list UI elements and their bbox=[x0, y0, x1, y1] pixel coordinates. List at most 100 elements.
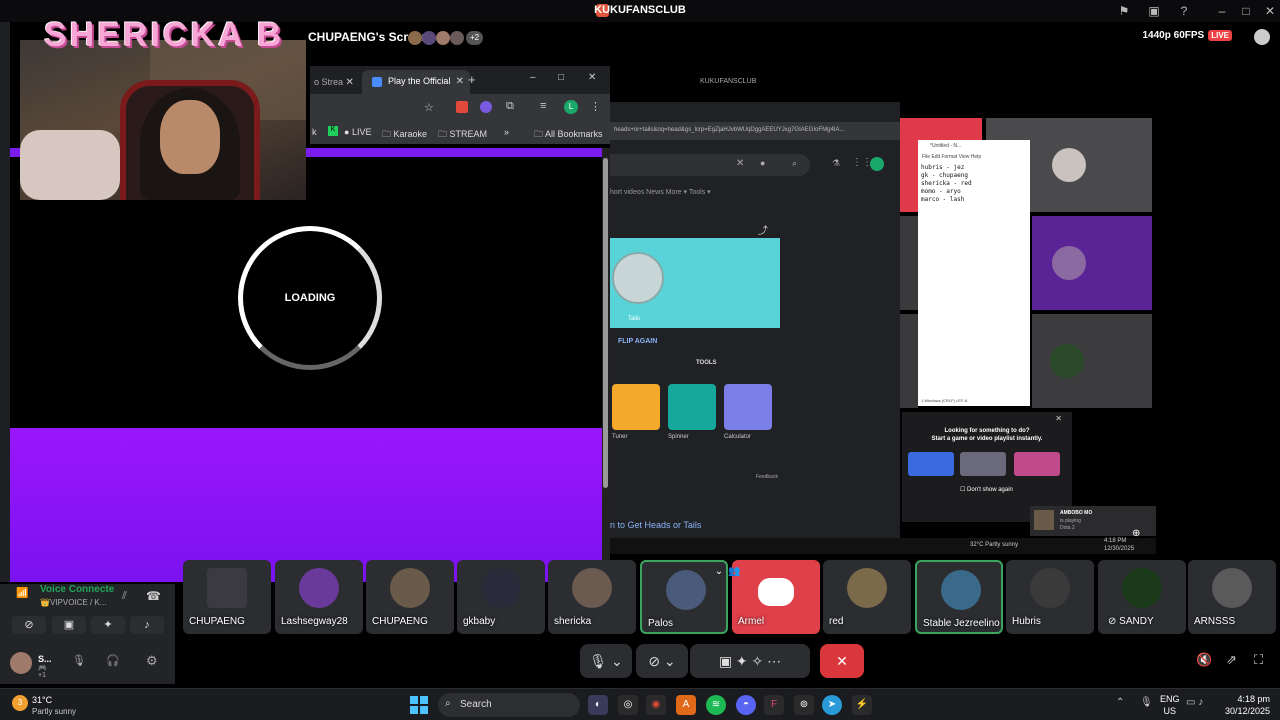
dont-show-checkbox[interactable]: ☐ Don't show again bbox=[960, 486, 1013, 493]
screen-share-icon[interactable]: ▣ bbox=[1146, 3, 1162, 19]
activity-thumb[interactable] bbox=[960, 452, 1006, 476]
tab-previous[interactable]: o Strea ✕ bbox=[310, 72, 362, 94]
mic-button[interactable]: 🎙 ⌄ bbox=[580, 644, 632, 678]
extension-icon[interactable] bbox=[456, 101, 468, 113]
participant-tile[interactable]: shericka bbox=[548, 560, 636, 634]
activity-card[interactable]: AMBOBO MO is playing Dota 2 ⊕ bbox=[1030, 506, 1156, 539]
share-screen-button[interactable]: ▣ bbox=[52, 616, 86, 634]
popout-icon[interactable]: ⇗ bbox=[1226, 652, 1237, 668]
minimize-button[interactable]: – bbox=[530, 72, 536, 83]
search-icon[interactable]: ⌕ bbox=[792, 158, 797, 169]
leave-call-button[interactable]: ✕ bbox=[820, 644, 864, 678]
new-tab-button[interactable]: + bbox=[468, 72, 476, 87]
add-user-icon[interactable]: 👥 bbox=[728, 566, 744, 580]
spinner-tool[interactable] bbox=[668, 384, 716, 430]
viewer-avatar[interactable] bbox=[450, 31, 464, 45]
search-filters[interactable]: hort videos News More ▾ Tools ▾ bbox=[610, 188, 711, 196]
app-icon[interactable]: A bbox=[676, 695, 696, 715]
telegram-icon[interactable]: ➤ bbox=[822, 695, 842, 715]
help-icon[interactable]: ? bbox=[1176, 3, 1192, 19]
clock[interactable]: 4:18 pm 30/12/2025 bbox=[1225, 693, 1270, 717]
maximize-button[interactable]: □ bbox=[558, 72, 564, 83]
app-icon[interactable]: ⊚ bbox=[794, 695, 814, 715]
discord-icon[interactable]: ◓ bbox=[736, 695, 756, 715]
participant-tile[interactable]: ⊘ SANDY bbox=[1098, 560, 1186, 634]
settings-icon[interactable]: ⚙ bbox=[146, 653, 158, 669]
language-indicator[interactable]: ENG US bbox=[1160, 693, 1180, 717]
viewer-avatar[interactable] bbox=[408, 31, 422, 45]
chevron-down-icon[interactable]: ⌄ bbox=[712, 566, 726, 580]
bookmark[interactable]: 🗀 All Bookmarks bbox=[534, 127, 603, 143]
chevron-up-icon[interactable]: ⌃ bbox=[1116, 697, 1124, 708]
tab-active[interactable]: Play the Official ✕ bbox=[362, 70, 470, 94]
participant-tile[interactable]: red bbox=[823, 560, 911, 634]
participant-tile[interactable]: ARNSSS bbox=[1188, 560, 1276, 634]
participant-tile[interactable]: CHUPAENG bbox=[366, 560, 454, 634]
coin-flip-card[interactable]: Tails bbox=[610, 238, 780, 328]
star-icon[interactable]: ☆ bbox=[424, 101, 434, 114]
activities-button[interactable]: ✦ bbox=[91, 616, 125, 634]
app-icon[interactable]: ◎ bbox=[618, 695, 638, 715]
fullscreen-icon[interactable]: ⛶ bbox=[1254, 652, 1263, 668]
soundboard-button[interactable]: ♪ bbox=[130, 616, 164, 634]
voice-channel[interactable]: 👑VIPVOICE / K... bbox=[40, 598, 106, 607]
profile-avatar[interactable]: L bbox=[564, 100, 578, 114]
notepad-text[interactable]: hubris - jez gk - chupaeng shericka - re… bbox=[921, 164, 972, 204]
taskbar-search[interactable]: ⌕ Search bbox=[438, 693, 580, 717]
participant-tile[interactable]: CHUPAENG bbox=[183, 560, 271, 634]
mic-icon[interactable]: 🎙 bbox=[72, 654, 86, 667]
labs-icon[interactable]: ⚗ bbox=[832, 158, 840, 169]
profile-avatar[interactable] bbox=[870, 157, 884, 171]
minimize-button[interactable]: – bbox=[1214, 3, 1230, 19]
search-box[interactable] bbox=[610, 154, 810, 176]
puzzle-icon[interactable]: ⧉ bbox=[506, 100, 514, 113]
app-icon[interactable]: ◐ bbox=[588, 695, 608, 715]
address-bar[interactable]: ☆ ⧉ ≡ L ⋮ bbox=[310, 94, 610, 122]
close-button[interactable]: ✕ bbox=[1262, 3, 1278, 19]
close-icon[interactable]: ✕ bbox=[346, 77, 354, 88]
close-icon[interactable]: ✕ bbox=[1055, 414, 1062, 423]
viewer-avatar[interactable] bbox=[436, 31, 450, 45]
video-off-button[interactable]: ⊘ bbox=[12, 616, 46, 634]
cta-link[interactable]: n to Get Heads or Tails bbox=[610, 520, 701, 530]
activity-buttons[interactable]: ▣ ✦ ✧ ⋯ bbox=[690, 644, 810, 678]
volume-off-icon[interactable]: 🔇 bbox=[1196, 652, 1212, 668]
calculator-tool[interactable] bbox=[724, 384, 772, 430]
camera-button[interactable]: ⊘ ⌄ bbox=[636, 644, 688, 678]
activity-thumb[interactable] bbox=[1014, 452, 1060, 476]
participant-tile[interactable]: Stable Jezreelino bbox=[915, 560, 1003, 634]
participant-tile[interactable]: Hubris bbox=[1006, 560, 1094, 634]
notepad-menu[interactable]: File Edit Format View Help bbox=[922, 154, 981, 160]
tuner-tool[interactable] bbox=[612, 384, 660, 430]
flag-icon[interactable]: ⚑ bbox=[1116, 3, 1132, 19]
start-button[interactable] bbox=[410, 696, 428, 714]
noise-suppression-icon[interactable]: ⫽ bbox=[122, 590, 127, 603]
scrollbar[interactable] bbox=[602, 148, 610, 582]
mic-icon[interactable]: 🎙 bbox=[1140, 697, 1153, 708]
activity-thumb[interactable] bbox=[908, 452, 954, 476]
share-icon[interactable]: ⤴ bbox=[758, 222, 768, 237]
participant-tile[interactable]: Lashsegway28 bbox=[275, 560, 363, 634]
extension-icon[interactable] bbox=[480, 101, 492, 113]
user-avatar[interactable] bbox=[10, 652, 32, 674]
mic-icon[interactable]: ● bbox=[760, 158, 765, 168]
clear-icon[interactable]: ✕ bbox=[736, 158, 744, 169]
bookmark[interactable]: k bbox=[312, 127, 317, 137]
flip-again-button[interactable]: FLIP AGAIN bbox=[618, 338, 657, 345]
bookmark[interactable]: 🗀 Karaoke bbox=[382, 127, 427, 143]
bookmark[interactable]: 🗀 STREAM bbox=[438, 127, 487, 143]
chrome-icon[interactable]: ◉ bbox=[646, 695, 666, 715]
apps-icon[interactable]: ⋮⋮ bbox=[852, 157, 872, 168]
feedback-link[interactable]: Feedback bbox=[756, 474, 778, 480]
extra-viewers-badge[interactable]: +2 bbox=[466, 31, 484, 45]
url-bar[interactable]: heads+or+tails&oq=head&gs_lcrp=EgZjaHJvb… bbox=[610, 122, 900, 140]
media-icon[interactable]: ≡ bbox=[540, 100, 546, 112]
close-icon[interactable]: ✕ bbox=[456, 76, 464, 87]
maximize-button[interactable]: □ bbox=[1238, 3, 1254, 19]
bookmark[interactable]: ● LIVE bbox=[344, 127, 371, 137]
menu-icon[interactable]: ⋮ bbox=[590, 100, 601, 113]
signal-icon[interactable]: 📶 bbox=[16, 588, 28, 599]
network-icon[interactable]: ▭ ♪ bbox=[1186, 697, 1203, 708]
participant-tile[interactable]: gkbaby bbox=[457, 560, 545, 634]
app-icon[interactable]: ⚡ bbox=[852, 695, 872, 715]
